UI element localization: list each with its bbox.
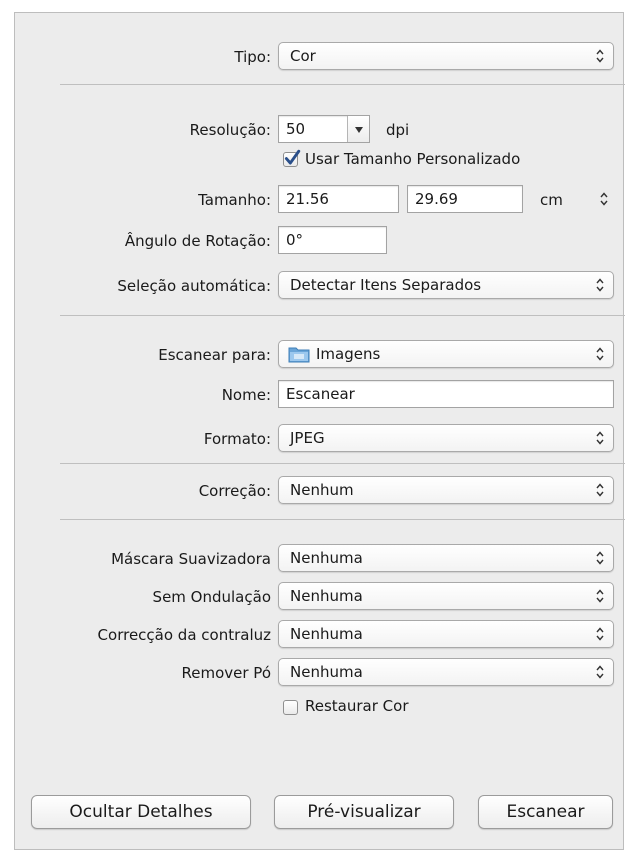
popup-arrows-icon (596, 627, 604, 641)
restaurar-cor-label: Restaurar Cor (305, 697, 409, 715)
escanear-para-value: Imagens (316, 345, 381, 363)
po-popup[interactable]: Nenhuma (278, 658, 614, 686)
cm-unit: cm (540, 191, 563, 209)
popup-arrows-icon (596, 431, 604, 445)
escanear-para-label: Escanear para: (158, 346, 271, 364)
popup-arrows-icon (596, 49, 604, 63)
resolucao-dropdown-button[interactable] (347, 116, 369, 142)
separator (60, 463, 625, 464)
separator (60, 84, 625, 85)
custom-size-checkbox[interactable] (283, 149, 301, 167)
scan-settings-panel: Tipo: Cor Resolução: 50 dpi Usar Tamanho… (14, 12, 625, 850)
popup-arrows-icon (596, 589, 604, 603)
separator (60, 315, 625, 316)
contraluz-popup[interactable]: Nenhuma (278, 620, 614, 648)
checkmark-icon (284, 149, 301, 165)
popup-arrows-icon (596, 665, 604, 679)
selecao-popup[interactable]: Detectar Itens Separados (278, 271, 614, 299)
nome-value: Escanear (286, 385, 355, 403)
popup-arrows-icon (596, 483, 604, 497)
po-label: Remover Pó (181, 664, 272, 682)
hide-details-button[interactable]: Ocultar Detalhes (31, 795, 251, 829)
resolucao-label: Resolução: (189, 121, 271, 139)
ondulacao-value: Nenhuma (290, 587, 363, 605)
nome-label: Nome: (221, 386, 271, 404)
formato-popup[interactable]: JPEG (278, 424, 614, 452)
popup-arrows-icon (596, 347, 604, 361)
tipo-popup[interactable]: Cor (278, 42, 614, 70)
rotacao-value: 0° (286, 231, 304, 249)
formato-label: Formato: (203, 430, 271, 448)
tipo-value: Cor (290, 47, 316, 65)
correcao-popup[interactable]: Nenhum (278, 476, 614, 504)
folder-icon (288, 347, 310, 363)
ondulacao-popup[interactable]: Nenhuma (278, 582, 614, 610)
rotacao-field[interactable]: 0° (278, 226, 387, 254)
mascara-label: Máscara Suavizadora (111, 550, 271, 568)
ondulacao-label: Sem Ondulação (152, 588, 271, 606)
width-field[interactable]: 21.56 (278, 185, 399, 213)
restaurar-cor-checkbox[interactable] (283, 700, 298, 715)
escanear-para-popup[interactable]: Imagens (278, 340, 614, 368)
dpi-unit: dpi (386, 121, 410, 139)
popup-arrows-icon (596, 278, 604, 292)
tamanho-label: Tamanho: (198, 191, 271, 209)
nome-field[interactable]: Escanear (278, 380, 614, 408)
popup-arrows-icon (596, 551, 604, 565)
correcao-value: Nenhum (290, 481, 354, 499)
contraluz-label: Correcção da contraluz (97, 626, 271, 644)
resolucao-value: 50 (286, 120, 306, 138)
height-field[interactable]: 29.69 (407, 185, 523, 213)
resolucao-combobox[interactable]: 50 (278, 115, 370, 143)
formato-value: JPEG (290, 429, 325, 447)
mascara-popup[interactable]: Nenhuma (278, 544, 614, 572)
correcao-label: Correção: (198, 482, 271, 500)
chevron-down-icon (355, 127, 363, 133)
rotacao-label: Ângulo de Rotação: (124, 232, 271, 250)
mascara-value: Nenhuma (290, 549, 363, 567)
selecao-value: Detectar Itens Separados (290, 276, 482, 294)
preview-button[interactable]: Pré-visualizar (274, 795, 454, 829)
height-value: 29.69 (415, 190, 458, 208)
unit-stepper-icon[interactable] (600, 192, 608, 206)
tipo-label: Tipo: (234, 48, 271, 66)
separator (60, 519, 625, 520)
contraluz-value: Nenhuma (290, 625, 363, 643)
custom-size-label: Usar Tamanho Personalizado (305, 150, 521, 168)
selecao-label: Seleção automática: (117, 277, 271, 295)
po-value: Nenhuma (290, 663, 363, 681)
width-value: 21.56 (286, 190, 329, 208)
scan-button[interactable]: Escanear (478, 795, 613, 829)
